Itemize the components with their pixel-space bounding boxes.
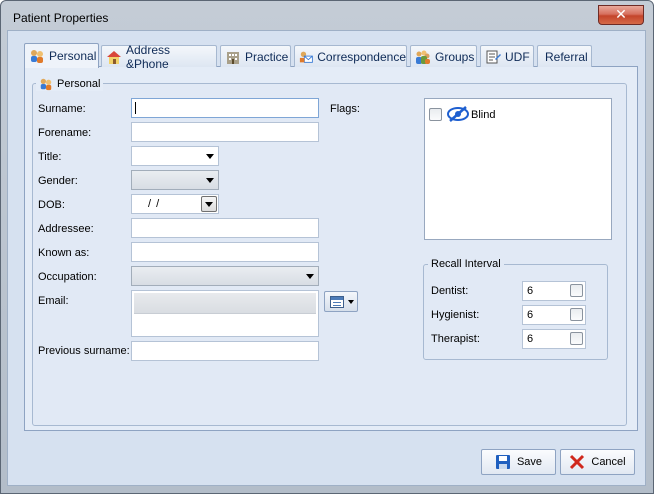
- title-bar[interactable]: Patient Properties ✕: [1, 1, 653, 33]
- people-icon: [40, 78, 52, 91]
- dentist-interval-input[interactable]: 6: [522, 281, 586, 301]
- envelope-icon: [299, 51, 313, 63]
- tab-label: Address &Phone: [125, 42, 171, 71]
- window-title: Patient Properties: [13, 11, 109, 25]
- flag-blind-checkbox[interactable]: [429, 108, 442, 121]
- dob-date-picker[interactable]: / /: [131, 194, 219, 214]
- cancel-button[interactable]: Cancel: [560, 449, 635, 475]
- tab-personal[interactable]: Personal: [24, 43, 99, 68]
- dentist-label: Dentist:: [431, 285, 469, 297]
- blind-eye-icon: [447, 106, 469, 122]
- title-select[interactable]: [131, 146, 219, 166]
- chevron-down-icon: [206, 178, 214, 183]
- therapist-interval-toggle[interactable]: [570, 332, 583, 345]
- dob-dropdown-button[interactable]: [201, 196, 217, 212]
- email-label: Email:: [38, 295, 69, 307]
- known-as-input[interactable]: [131, 242, 319, 262]
- close-icon: ✕: [615, 7, 627, 23]
- group-icon: [416, 50, 430, 64]
- tab-address-phone[interactable]: Address &Phone: [101, 43, 217, 71]
- save-label: Save: [516, 456, 543, 468]
- tab-label: UDF: [505, 49, 530, 64]
- gender-label: Gender:: [38, 175, 78, 187]
- email-list[interactable]: [131, 290, 319, 337]
- chevron-down-icon: [205, 202, 213, 207]
- chevron-down-icon: [348, 300, 354, 304]
- cancel-icon: [570, 454, 585, 470]
- personal-group-label: Personal: [57, 78, 101, 90]
- save-icon: [495, 455, 510, 469]
- previous-surname-input[interactable]: [131, 341, 319, 361]
- recall-interval-title: Recall Interval: [428, 258, 504, 270]
- hygienist-label: Hygienist:: [431, 309, 480, 321]
- flag-blind-label: Blind: [471, 109, 496, 121]
- occupation-select[interactable]: [131, 266, 319, 286]
- therapist-interval-value: 6: [527, 333, 534, 345]
- therapist-label: Therapist:: [431, 333, 480, 345]
- tab-label: Practice: [245, 49, 289, 64]
- hygienist-interval-value: 6: [527, 309, 534, 321]
- tab-label: Groups: [435, 49, 475, 64]
- tab-correspondence[interactable]: Correspondence: [294, 45, 407, 67]
- flag-item-blind[interactable]: Blind: [425, 99, 611, 125]
- tab-referral[interactable]: Referral: [537, 45, 592, 67]
- surname-label: Surname:: [38, 103, 86, 115]
- cancel-label: Cancel: [591, 456, 626, 468]
- known-as-label: Known as:: [38, 247, 90, 259]
- addressee-label: Addressee:: [38, 223, 94, 235]
- tab-label: Referral: [545, 49, 588, 64]
- form-icon: [486, 50, 501, 63]
- tab-udf[interactable]: UDF: [480, 45, 534, 67]
- tab-label: Personal: [49, 49, 97, 63]
- email-options-button[interactable]: [324, 291, 358, 312]
- flags-list: Blind: [424, 98, 612, 240]
- dob-label: DOB:: [38, 199, 65, 211]
- dentist-interval-toggle[interactable]: [570, 284, 583, 297]
- title-label: Title:: [38, 151, 62, 163]
- text-caret: [135, 102, 136, 114]
- close-button[interactable]: ✕: [598, 5, 644, 25]
- previous-surname-label: Previous surname:: [38, 345, 130, 357]
- email-list-row[interactable]: [134, 293, 316, 314]
- building-icon: [227, 51, 239, 64]
- people-icon: [31, 50, 43, 63]
- save-button[interactable]: Save: [481, 449, 556, 475]
- dob-value: / /: [148, 198, 161, 210]
- chevron-down-icon: [206, 154, 214, 159]
- occupation-label: Occupation:: [38, 271, 97, 283]
- chevron-down-icon: [306, 274, 314, 279]
- hygienist-interval-input[interactable]: 6: [522, 305, 586, 325]
- tab-practice[interactable]: Practice: [220, 45, 291, 67]
- tab-groups[interactable]: Groups: [410, 45, 477, 67]
- therapist-interval-input[interactable]: 6: [522, 329, 586, 349]
- tab-label: Correspondence: [317, 49, 406, 64]
- window-list-icon: [330, 296, 344, 308]
- house-icon: [106, 50, 121, 64]
- personal-group-title: Personal: [36, 77, 104, 91]
- surname-input[interactable]: [131, 98, 319, 118]
- dentist-interval-value: 6: [527, 285, 534, 297]
- forename-label: Forename:: [38, 127, 92, 139]
- gender-select[interactable]: [131, 170, 219, 190]
- hygienist-interval-toggle[interactable]: [570, 308, 583, 321]
- flags-label: Flags:: [330, 103, 360, 115]
- forename-input[interactable]: [131, 122, 319, 142]
- addressee-input[interactable]: [131, 218, 319, 238]
